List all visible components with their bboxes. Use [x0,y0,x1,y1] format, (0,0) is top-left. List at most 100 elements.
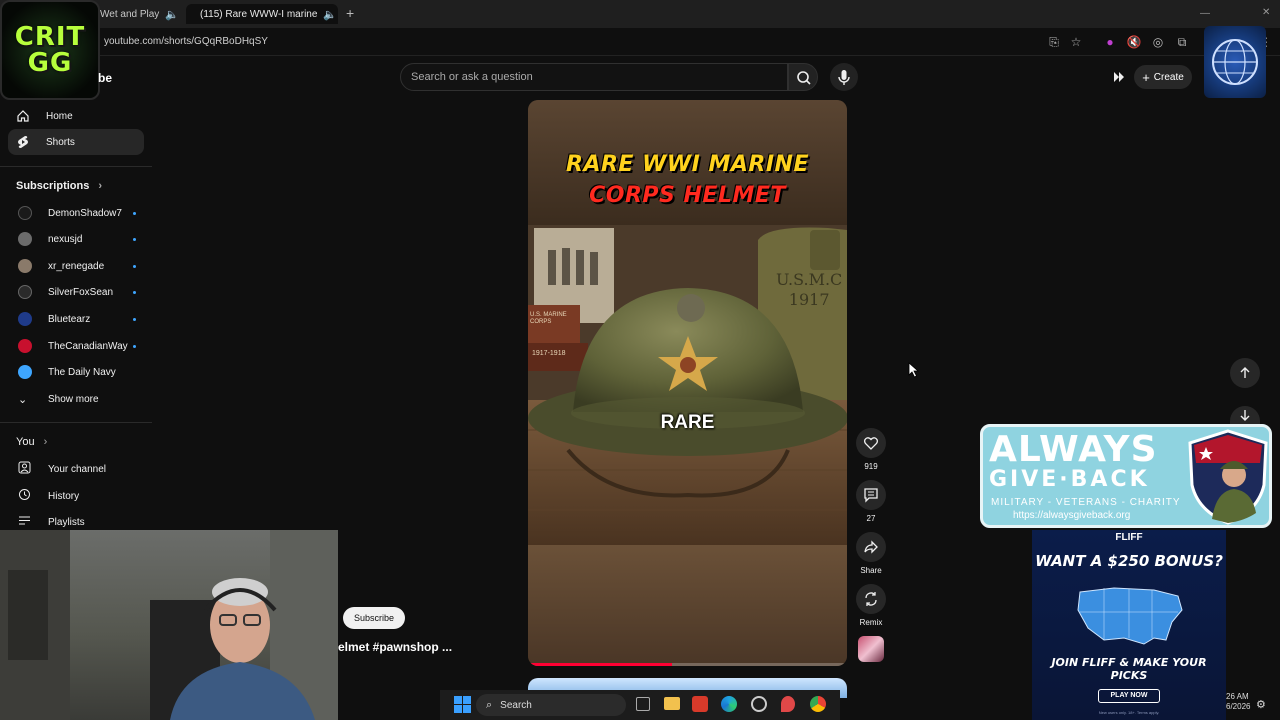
extension-icon[interactable]: ● [1102,34,1118,50]
share-action[interactable]: Share [856,532,886,575]
search-button[interactable] [788,63,818,91]
sidebar-item-label: Your channel [48,463,107,475]
show-more-button[interactable]: ⌄ Show more [18,389,136,409]
sidebar-item-shorts[interactable]: Shorts [8,129,144,155]
account-avatar[interactable] [1204,26,1266,98]
window-close-icon[interactable]: ✕ [1262,7,1270,18]
youtube-logo-text[interactable]: be [98,71,112,85]
video-description-hashtag[interactable]: elmet #pawnshop ... [338,640,452,654]
channel-logo-badge: CRIT GG [0,0,100,100]
url-text[interactable]: youtube.com/shorts/GQqRBoDHqSY [104,36,268,47]
heart-icon [863,437,879,450]
taskbar-search-label: Search [500,699,532,711]
new-content-dot [133,291,136,294]
chevron-right-icon: › [43,436,48,448]
fliff-fine-print: New users only. 18+. Terms apply. [1098,710,1160,715]
mouse-cursor-icon [908,362,920,378]
previous-short-button[interactable] [1230,358,1260,388]
share-button[interactable] [856,532,886,562]
subscription-item[interactable]: nexusjd [18,229,136,249]
you-heading[interactable]: You › [16,436,47,448]
sidebar-item-home[interactable]: Home [8,103,144,129]
show-more-label: Show more [48,393,99,405]
bookmark-star-icon[interactable]: ☆ [1068,34,1084,50]
search-input[interactable]: Search or ask a question [411,71,533,83]
like-action[interactable]: 919 [856,428,886,471]
fliff-ad[interactable]: FLIFF WANT A $250 BONUS? JOIN FLIFF & MA… [1032,530,1226,720]
next-short-button[interactable] [1230,406,1260,424]
fliff-logo: FLIFF [1115,532,1143,543]
sidebar-item-your-channel[interactable]: Your channel [18,459,136,479]
webcam-overlay [0,530,338,720]
video-progress-bar[interactable] [528,663,847,666]
browser-tab[interactable]: Wet and Play 🔈 ✕ [92,4,184,24]
arrow-down-icon [1240,410,1250,421]
agb-subheadline: GIVE·BACK [989,467,1150,492]
chevron-down-icon: ⌄ [18,393,28,406]
remix-action[interactable]: Remix [856,584,886,627]
app-icon[interactable] [692,696,708,712]
subscription-item[interactable]: xr_renegade [18,256,136,276]
subscription-item[interactable]: SilverFoxSean [18,282,136,302]
home-icon [8,109,38,123]
channel-name: xr_renegade [48,260,105,272]
comment-button[interactable] [856,480,886,510]
cast-icon[interactable] [1110,68,1128,86]
edge-browser-icon[interactable] [721,696,737,712]
subscription-item[interactable]: DemonShadow7 [18,203,136,223]
avatar [18,232,32,246]
mute-icon[interactable]: 🔇 [1126,34,1142,50]
subscription-item[interactable]: Bluetearz [18,309,136,329]
sidebar-item-label: History [48,490,80,502]
create-button[interactable]: + Create [1134,65,1192,89]
video-title-line1: RARE WWI MARINE [566,152,809,177]
play-now-button[interactable]: PLAY NOW [1098,689,1160,703]
browser-tab-active[interactable]: (115) Rare WWW-I marine 🔈 ✕ [186,4,338,24]
search-icon [797,71,811,85]
maps-pin-icon[interactable] [781,696,795,712]
minimize-icon[interactable]: — [1200,8,1210,19]
address-bar[interactable]: youtube.com/shorts/GQqRBoDHqSY ⎘ ☆ ● 🔇 ◎… [0,28,1280,56]
extensions-puzzle-icon[interactable]: ⧉ [1174,34,1190,50]
share-icon [864,540,878,554]
remix-button[interactable] [856,584,886,614]
comment-action[interactable]: 27 [856,480,886,523]
subscribe-button[interactable]: Subscribe [343,607,405,629]
always-give-back-banner[interactable]: ALWAYS GIVE·BACK MILITARY - VETERANS - C… [980,424,1272,528]
subscription-item[interactable]: TheCanadianWay [18,336,136,356]
subscription-item[interactable]: The Daily Navy [18,362,136,382]
new-tab-icon[interactable]: + [346,5,354,21]
microphone-icon [838,70,850,85]
profile-sync-icon[interactable]: ◎ [1150,34,1166,50]
voice-search-button[interactable] [830,63,858,91]
channel-name: TheCanadianWay [48,340,128,352]
chrome-browser-icon[interactable] [810,696,826,712]
search-box[interactable]: Search or ask a question [400,63,788,91]
tab-title: (115) Rare WWW-I marine [200,8,318,20]
short-video-player[interactable]: RARE WWI MARINE CORPS HELMET U.S. MARINE… [528,100,847,666]
install-app-icon[interactable]: ⎘ [1046,34,1062,50]
bag-stencil-line2: 1917 [788,290,830,309]
like-button[interactable] [856,428,886,458]
file-explorer-icon[interactable] [664,697,680,710]
remix-icon [865,592,877,606]
like-count: 919 [864,462,878,471]
sidebar-item-history[interactable]: History [18,486,136,506]
remix-label: Remix [859,618,883,627]
agb-url[interactable]: https://alwaysgiveback.org [1013,510,1130,521]
subscriptions-heading[interactable]: Subscriptions › [16,180,102,192]
app-icon[interactable] [751,696,767,712]
task-view-icon[interactable] [636,697,650,711]
sidebar-item-playlists[interactable]: Playlists [18,512,136,532]
taskbar-search[interactable]: ⌕ Search [476,694,626,716]
comment-count: 27 [866,514,876,523]
sound-thumbnail[interactable] [858,636,884,662]
avatar [18,339,32,353]
book-spine-line2: CORPS [530,319,552,325]
taskbar-clock[interactable]: 26 AM 6/2026 [1226,692,1250,712]
clock-time: 26 AM [1226,692,1249,701]
channel-name: The Daily Navy [48,366,116,378]
logo-text-line2: GG [27,48,73,78]
windows-start-icon[interactable] [454,696,471,713]
settings-gear-icon[interactable]: ⚙ [1256,698,1266,711]
